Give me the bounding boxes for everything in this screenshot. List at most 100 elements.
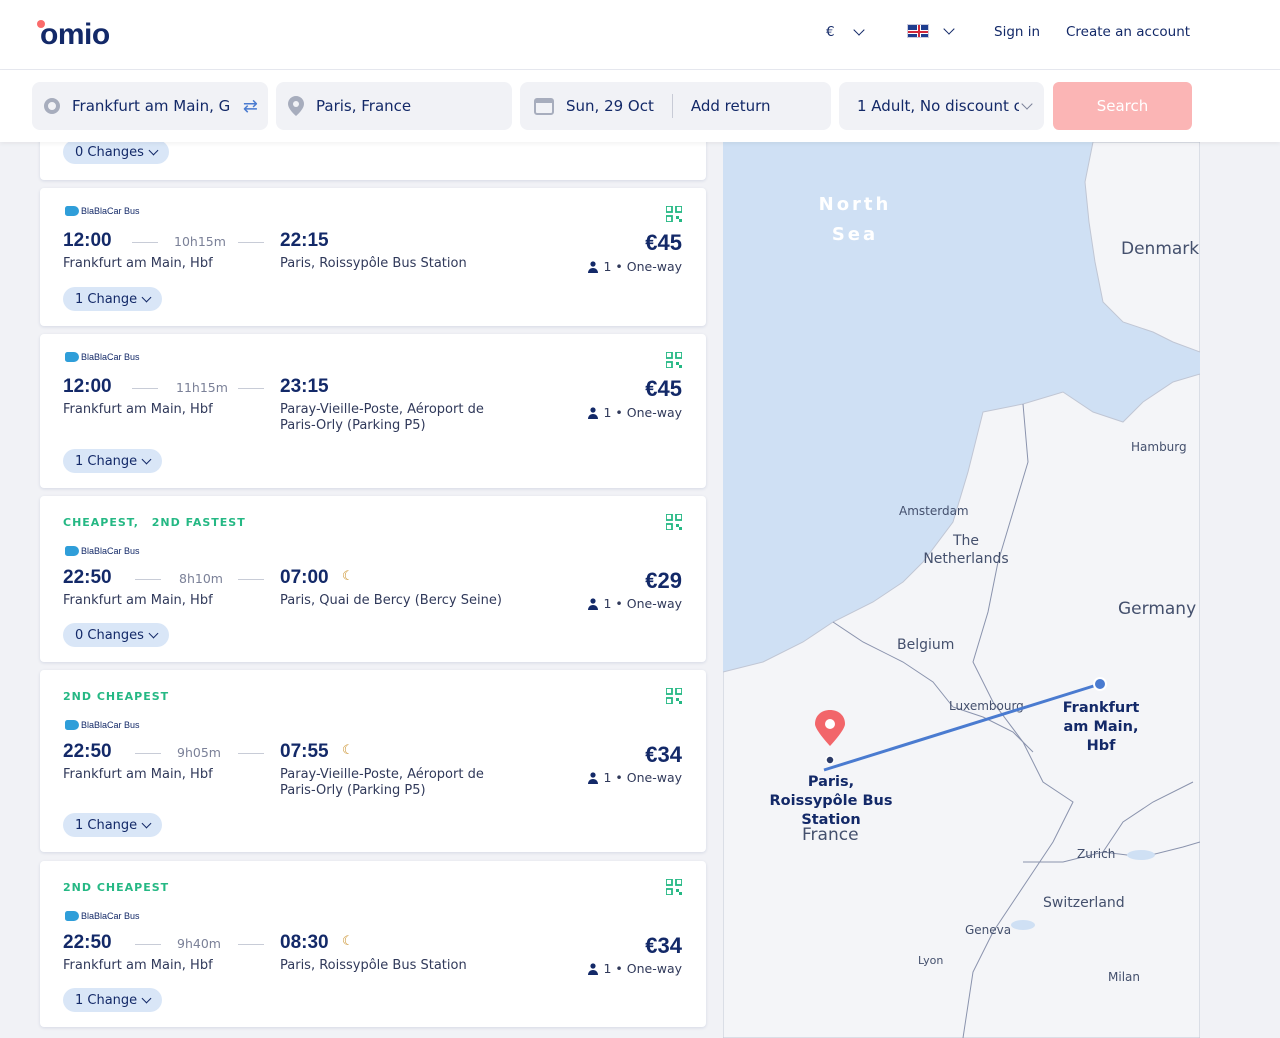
city-label-lyon: Lyon: [918, 954, 944, 967]
date-field[interactable]: Sun, 29 Oct Add return: [520, 82, 831, 130]
sign-in-link[interactable]: Sign in: [994, 24, 1040, 40]
chevron-down-icon: [141, 454, 152, 464]
duration-line: [238, 579, 264, 580]
passenger-info: 1 • One-way: [587, 961, 682, 976]
changes-label: 0 Changes: [75, 144, 144, 160]
destination-value: Paris, France: [316, 97, 412, 115]
add-return-button[interactable]: Add return: [691, 97, 771, 115]
origin-field[interactable]: Frankfurt am Main, G ⇄: [32, 82, 268, 130]
operator-logo: BlaBlaCar Bus: [65, 206, 140, 216]
changes-toggle[interactable]: 1 Change: [63, 287, 163, 311]
result-card[interactable]: CHEAPEST, 2ND FASTEST BlaBlaCar Bus 22:5…: [40, 496, 706, 662]
changes-label: 1 Change: [75, 992, 138, 1008]
logo-text: omio: [40, 18, 110, 51]
language-selector[interactable]: [907, 23, 955, 38]
country-label-netherlands: The Netherlands: [923, 533, 1009, 567]
person-icon: [588, 771, 599, 784]
duration-line: [238, 753, 264, 754]
result-tags: CHEAPEST, 2ND FASTEST: [63, 516, 246, 529]
chevron-down-icon: [141, 818, 152, 828]
changes-toggle[interactable]: 0 Changes: [63, 623, 169, 647]
person-icon: [588, 962, 599, 975]
arrival-station: Paray-Vieille-Poste, Aéroport de Paris-O…: [280, 767, 484, 798]
uk-flag-icon: [907, 24, 929, 38]
price: €29: [645, 568, 682, 593]
duration-line: [135, 579, 161, 580]
price: €34: [645, 742, 682, 767]
departure-station: Frankfurt am Main, Hbf: [63, 767, 213, 782]
calendar-icon: [534, 98, 554, 115]
changes-label: 0 Changes: [75, 627, 144, 643]
price: €34: [645, 933, 682, 958]
changes-toggle[interactable]: 1 Change: [63, 988, 163, 1012]
changes-toggle[interactable]: 1 Change: [63, 449, 163, 473]
departure-station: Frankfurt am Main, Hbf: [63, 958, 213, 973]
price: €45: [645, 376, 682, 401]
chevron-down-icon: [148, 145, 159, 155]
result-card[interactable]: 2ND CHEAPEST BlaBlaCar Bus 22:50 9h05m 0…: [40, 670, 706, 852]
passengers-field[interactable]: 1 Adult, No discount ca: [839, 82, 1044, 130]
origin-map-label: Frankfurt am Main, Hbf: [1062, 700, 1140, 754]
create-account-link[interactable]: Create an account: [1066, 24, 1190, 40]
chevron-down-icon: [141, 993, 152, 1003]
qr-code-icon: [666, 206, 682, 222]
chevron-down-icon: [943, 23, 955, 35]
arrival-station: Paray-Vieille-Poste, Aéroport de Paris-O…: [280, 402, 484, 433]
operator-logo: BlaBlaCar Bus: [65, 720, 140, 730]
qr-code-icon: [666, 352, 682, 368]
blablacar-icon: [65, 546, 79, 556]
qr-code-icon: [666, 879, 682, 895]
route-map[interactable]: North Sea Denmark Germany France Belgium…: [723, 142, 1200, 1038]
result-card[interactable]: 2ND CHEAPEST BlaBlaCar Bus 22:50 9h40m 0…: [40, 861, 706, 1027]
swap-icon[interactable]: ⇄: [238, 96, 258, 117]
arrival-time: 08:30: [280, 932, 329, 953]
operator-name: BlaBlaCar Bus: [81, 911, 140, 921]
changes-toggle[interactable]: 0 Changes: [63, 140, 169, 164]
changes-label: 1 Change: [75, 291, 138, 307]
overnight-moon-icon: ☾: [342, 934, 354, 949]
duration-line: [135, 753, 161, 754]
operator-logo: BlaBlaCar Bus: [65, 911, 140, 921]
destination-field[interactable]: Paris, France: [276, 82, 512, 130]
omio-logo[interactable]: omio: [37, 18, 110, 52]
city-label-milan: Milan: [1108, 970, 1140, 984]
country-label-switzerland: Switzerland: [1043, 895, 1125, 911]
duration-line: [132, 388, 158, 389]
departure-time: 22:50: [63, 741, 112, 762]
country-label-belgium: Belgium: [897, 637, 955, 653]
departure-time: 22:50: [63, 567, 112, 588]
result-tags: 2ND CHEAPEST: [63, 881, 169, 894]
passenger-text: 1 • One-way: [603, 405, 682, 420]
departure-time: 22:50: [63, 932, 112, 953]
chevron-down-icon: [852, 24, 865, 36]
departure-time: 12:00: [63, 230, 112, 251]
changes-toggle[interactable]: 1 Change: [63, 813, 163, 837]
departure-station: Frankfurt am Main, Hbf: [63, 256, 213, 271]
chevron-down-icon: [1021, 98, 1033, 110]
passenger-text: 1 • One-way: [603, 259, 682, 274]
result-card[interactable]: BlaBlaCar Bus 12:00 11h15m 23:15 Frankfu…: [40, 334, 706, 488]
destination-map-label: Paris, Roissypôle Bus Station: [769, 774, 893, 828]
currency-selector[interactable]: €: [826, 24, 865, 40]
result-card[interactable]: BlaBlaCar Bus 12:00 10h15m 22:15 Frankfu…: [40, 188, 706, 326]
tag-cheapest: CHEAPEST,: [63, 516, 139, 529]
person-icon: [588, 260, 599, 273]
duration-line: [238, 242, 264, 243]
arrival-time: 22:15: [280, 230, 329, 251]
origin-value: Frankfurt am Main, G: [72, 97, 231, 115]
duration-line: [132, 242, 158, 243]
passenger-info: 1 • One-way: [587, 405, 682, 420]
passengers-value: 1 Adult, No discount ca: [857, 97, 1019, 115]
search-button[interactable]: Search: [1053, 82, 1192, 130]
duration: 8h10m: [179, 571, 223, 586]
operator-name: BlaBlaCar Bus: [81, 206, 140, 216]
map-land: [723, 142, 1200, 1038]
duration: 9h05m: [177, 745, 221, 760]
origin-circle-icon: [44, 98, 60, 114]
blablacar-icon: [65, 352, 79, 362]
person-icon: [588, 406, 599, 419]
overnight-moon-icon: ☾: [342, 569, 354, 584]
person-icon: [588, 597, 599, 610]
arrival-time: 07:00: [280, 567, 329, 588]
tag-2nd-cheapest: 2ND CHEAPEST: [63, 881, 170, 894]
